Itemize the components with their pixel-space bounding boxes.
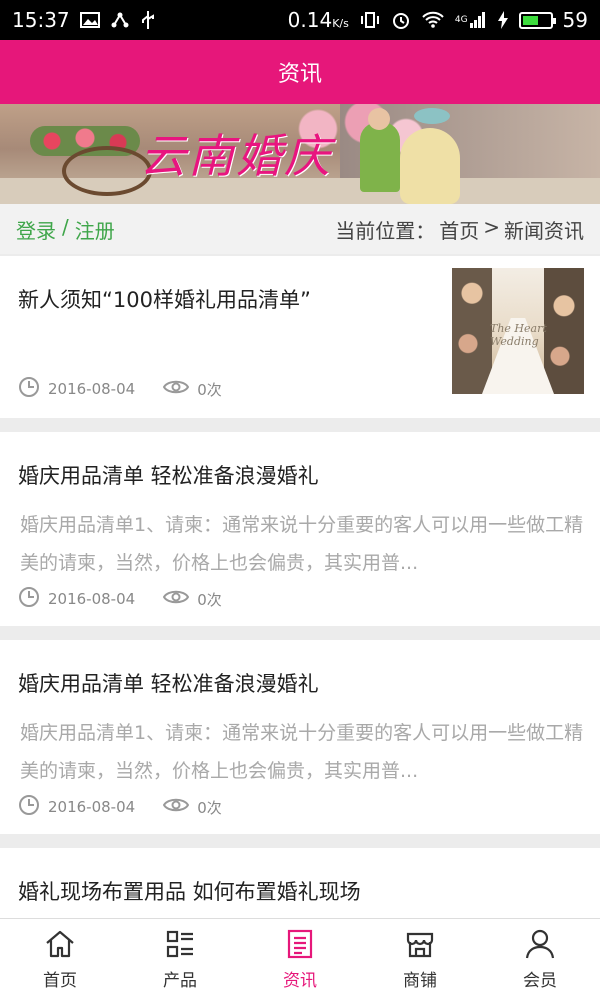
- battery-level: 59: [562, 8, 588, 32]
- news-title[interactable]: 婚礼现场布置用品 如何布置婚礼现场: [18, 876, 361, 906]
- news-date: 2016-08-04: [48, 380, 136, 398]
- nav-label: 商铺: [403, 971, 437, 991]
- news-meta: 2016-08-04 0次: [18, 586, 222, 612]
- news-item[interactable]: 婚庆用品清单 轻松准备浪漫婚礼 婚庆用品清单1、请柬：通常来说十分重要的客人可以…: [0, 640, 600, 834]
- banner-bride: [400, 108, 460, 204]
- clock-icon: [18, 586, 40, 612]
- bottom-nav: 首页 产品 资讯 商铺 会员: [0, 918, 600, 1000]
- breadcrumb: 当前位置： 首页 > 新闻资讯: [335, 215, 584, 244]
- news-date: 2016-08-04: [48, 590, 136, 608]
- list-icon: [166, 930, 193, 958]
- clock: 15:37: [12, 8, 70, 32]
- nav-label: 会员: [523, 971, 557, 991]
- eye-icon: [163, 796, 190, 818]
- banner-image[interactable]: 云南婚庆: [0, 104, 600, 204]
- banner-cart-wheel: [62, 146, 152, 196]
- status-bar: 15:37 0.14K/s 4G 59: [0, 0, 600, 40]
- banner-groom: [360, 108, 400, 192]
- news-views: 0次: [197, 380, 222, 399]
- news-item[interactable]: 婚礼现场布置用品 如何布置婚礼现场: [0, 848, 600, 918]
- news-list: 新人须知“100样婚礼用品清单” 2016-08-04 0次 The Heart…: [0, 256, 600, 918]
- vibrate-icon: [359, 11, 381, 29]
- banner-title: 云南婚庆: [140, 129, 332, 183]
- breadcrumb-prefix: 当前位置：: [335, 218, 436, 243]
- clock-icon: [18, 376, 40, 402]
- auth-separator: /: [62, 214, 69, 239]
- nav-item-member[interactable]: 会员: [490, 928, 590, 991]
- shop-icon: [406, 932, 434, 958]
- alarm-icon: [391, 10, 411, 30]
- breadcrumb-current: 新闻资讯: [504, 218, 584, 243]
- home-icon: [46, 930, 74, 958]
- news-summary: 婚庆用品清单1、请柬：通常来说十分重要的客人可以用一些做工精美的请柬，当然，价格…: [20, 514, 584, 574]
- news-title[interactable]: 婚庆用品清单 轻松准备浪漫婚礼: [18, 668, 319, 698]
- page-title: 资讯: [277, 62, 322, 87]
- nav-item-shop[interactable]: 商铺: [370, 928, 470, 991]
- nav-label: 产品: [163, 971, 197, 991]
- news-views: 0次: [197, 798, 222, 817]
- thumb-flowers-right: [544, 268, 584, 394]
- news-item[interactable]: 婚庆用品清单 轻松准备浪漫婚礼 婚庆用品清单1、请柬：通常来说十分重要的客人可以…: [0, 432, 600, 626]
- speed-text: 0.14K/s: [287, 8, 349, 32]
- register-link[interactable]: 注册: [75, 215, 115, 244]
- charging-icon: [497, 10, 509, 30]
- eye-icon: [163, 378, 190, 400]
- news-summary: 婚庆用品清单1、请柬：通常来说十分重要的客人可以用一些做工精美的请柬，当然，价格…: [20, 722, 584, 782]
- news-meta: 2016-08-04 0次: [18, 794, 222, 820]
- header-bar: 资讯: [0, 40, 600, 104]
- news-thumbnail[interactable]: The Heart Wedding: [452, 268, 584, 394]
- login-link[interactable]: 登录: [16, 215, 56, 244]
- news-item[interactable]: 新人须知“100样婚礼用品清单” 2016-08-04 0次 The Heart…: [0, 256, 600, 418]
- news-icon: [287, 929, 313, 959]
- nav-item-home[interactable]: 首页: [10, 928, 110, 991]
- wifi-icon: [421, 11, 445, 29]
- news-date: 2016-08-04: [48, 798, 136, 816]
- nav-item-news[interactable]: 资讯: [250, 928, 350, 991]
- news-meta: 2016-08-04 0次: [18, 376, 222, 402]
- nav-item-products[interactable]: 产品: [130, 928, 230, 991]
- user-icon: [525, 929, 555, 959]
- signal-icon: 4G: [455, 11, 487, 29]
- nav-label: 首页: [43, 971, 77, 991]
- news-title[interactable]: 婚庆用品清单 轻松准备浪漫婚礼: [18, 460, 319, 490]
- news-title[interactable]: 新人须知“100样婚礼用品清单”: [18, 284, 311, 314]
- breadcrumb-bar: 登录 / 注册 当前位置： 首页 > 新闻资讯: [0, 204, 600, 254]
- nav-label: 资讯: [283, 971, 317, 991]
- news-views: 0次: [197, 590, 222, 609]
- breadcrumb-arrow: >: [483, 214, 500, 239]
- auth-links: 登录 / 注册: [16, 215, 115, 244]
- clock-icon: [18, 794, 40, 820]
- battery-icon: [518, 11, 556, 29]
- share-icon: [110, 11, 130, 29]
- image-icon: [79, 11, 100, 29]
- eye-icon: [163, 588, 190, 610]
- thumb-text: The Heart Wedding: [490, 322, 547, 348]
- thumb-flowers-left: [452, 268, 492, 394]
- usb-icon: [140, 10, 156, 30]
- breadcrumb-home[interactable]: 首页: [439, 215, 479, 244]
